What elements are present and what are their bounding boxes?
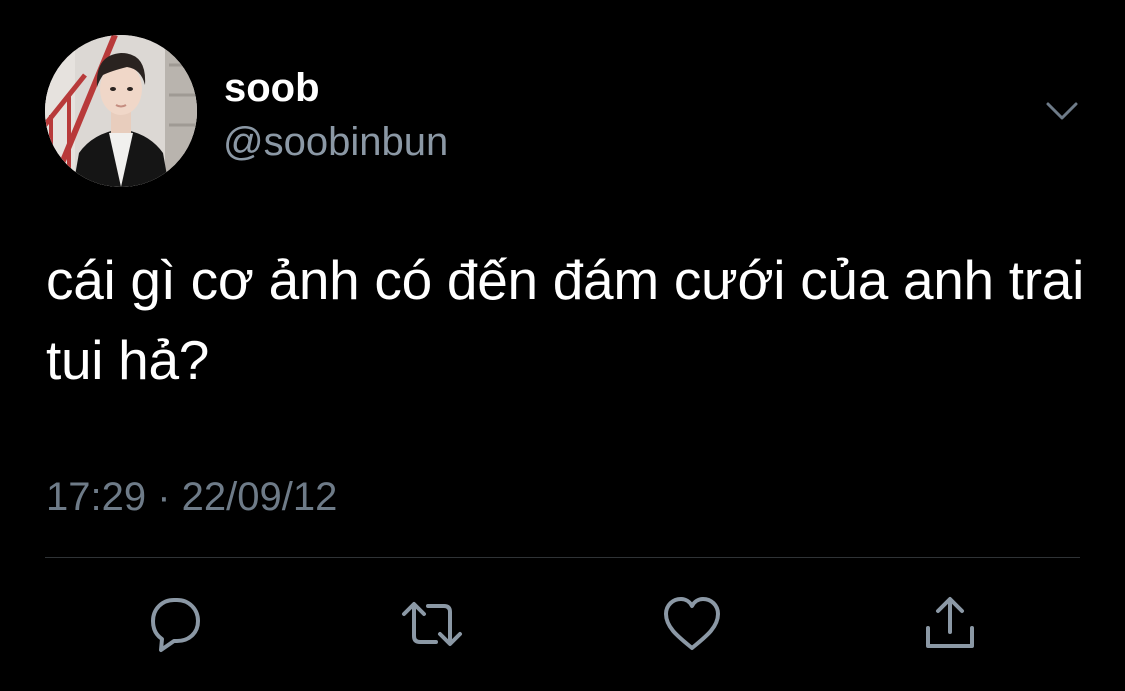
avatar[interactable] bbox=[45, 35, 197, 187]
retweet-icon bbox=[402, 602, 462, 646]
more-options-button[interactable] bbox=[1038, 92, 1086, 132]
user-handle[interactable]: @soobinbun bbox=[223, 120, 448, 164]
avatar-photo bbox=[45, 35, 197, 187]
display-name[interactable]: soob bbox=[224, 66, 320, 110]
tweet-text: cái gì cơ ảnh có đến đám cưới của anh tr… bbox=[46, 249, 1085, 391]
chevron-down-icon bbox=[1046, 102, 1078, 120]
retweet-button[interactable] bbox=[400, 592, 464, 656]
heart-icon bbox=[664, 597, 720, 650]
tweet-timestamp[interactable]: 17:29 · 22/09/12 bbox=[46, 474, 337, 520]
share-button[interactable] bbox=[918, 592, 982, 656]
tweet-card: soob @soobinbun cái gì cơ ảnh có đến đám… bbox=[0, 0, 1125, 691]
divider bbox=[45, 557, 1080, 558]
share-icon bbox=[926, 597, 974, 648]
reply-icon bbox=[151, 598, 200, 652]
like-button[interactable] bbox=[660, 592, 724, 656]
reply-button[interactable] bbox=[143, 592, 207, 656]
